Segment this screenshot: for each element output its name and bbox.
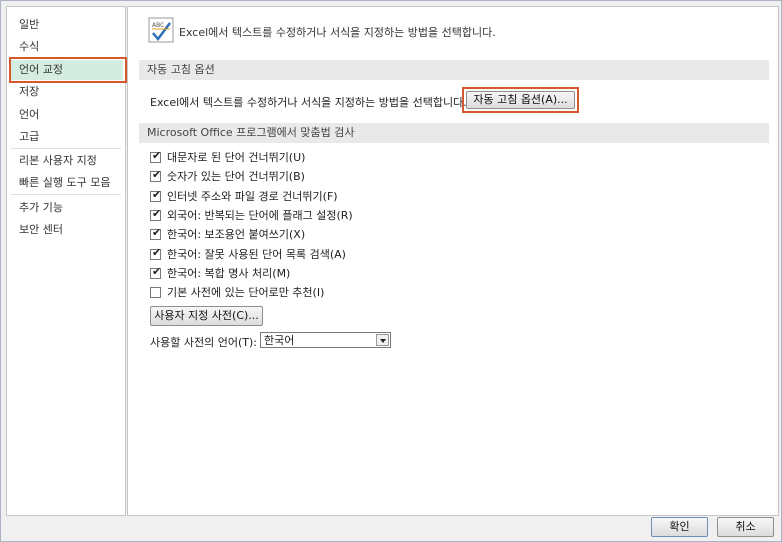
check-icon: ✔ — [152, 245, 162, 259]
checkbox-korean-misused[interactable]: ✔ 한국어: 잘못 사용된 단어 목록 검색(A) — [150, 246, 346, 264]
autocorrect-description: Excel에서 텍스트를 수정하거나 서식을 지정하는 방법을 선택합니다. — [150, 96, 467, 109]
cancel-button[interactable]: 취소 — [717, 517, 774, 537]
svg-text:ABC: ABC — [152, 22, 164, 29]
checkbox-box[interactable]: ✔ — [150, 148, 162, 163]
checkbox-box[interactable]: ✔ — [150, 245, 162, 260]
sidebar-item-quick-access-toolbar[interactable]: 빠른 실행 도구 모음 — [9, 173, 123, 193]
checkbox-label: 한국어: 복합 명사 처리(M) — [167, 267, 291, 280]
checkbox-box[interactable]: ✔ — [150, 187, 162, 202]
check-icon: ✔ — [152, 206, 162, 220]
checkbox-label: 기본 사전에 있는 단어로만 추천(I) — [167, 286, 325, 299]
checkbox-box[interactable]: ✔ — [150, 264, 162, 279]
checkbox-korean-auxiliary[interactable]: ✔ 한국어: 보조용언 붙여쓰기(X) — [150, 226, 305, 244]
checkbox-main-dict-only[interactable]: 기본 사전에 있는 단어로만 추천(I) — [150, 284, 324, 302]
dictionary-language-value: 한국어 — [264, 334, 295, 347]
autocorrect-options-button[interactable]: 자동 고침 옵션(A)... — [466, 91, 575, 109]
check-icon: ✔ — [152, 225, 162, 239]
sidebar-item-advanced[interactable]: 고급 — [9, 127, 123, 147]
check-icon: ✔ — [152, 148, 162, 162]
checkbox-flag-repeated[interactable]: ✔ 외국어: 반복되는 단어에 플래그 설정(R) — [150, 207, 353, 225]
sidebar-divider — [11, 194, 121, 195]
checkbox-box[interactable] — [150, 286, 161, 298]
checkbox-box[interactable]: ✔ — [150, 225, 162, 240]
checkbox-label: 대문자로 된 단어 건너뛰기(U) — [167, 151, 306, 164]
ok-button[interactable]: 확인 — [651, 517, 708, 537]
checkbox-label: 한국어: 보조용언 붙여쓰기(X) — [167, 228, 306, 241]
checkbox-label: 한국어: 잘못 사용된 단어 목록 검색(A) — [167, 248, 346, 261]
checkbox-label: 인터넷 주소와 파일 경로 건너뛰기(F) — [167, 190, 338, 203]
check-icon: ✔ — [152, 167, 162, 181]
check-icon: ✔ — [152, 264, 162, 278]
proofing-panel: ABC Excel에서 텍스트를 수정하거나 서식을 지정하는 방법을 선택합니… — [127, 6, 779, 516]
section-spelling: Microsoft Office 프로그램에서 맞춤법 검사 — [139, 123, 769, 143]
chevron-down-icon[interactable] — [376, 334, 389, 346]
checkbox-ignore-numbers[interactable]: ✔ 숫자가 있는 단어 건너뛰기(B) — [150, 168, 305, 186]
checkbox-box[interactable]: ✔ — [150, 206, 162, 221]
sidebar-item-formulas[interactable]: 수식 — [9, 37, 123, 57]
dictionary-language-select[interactable]: 한국어 — [260, 332, 391, 348]
custom-dictionaries-button[interactable]: 사용자 지정 사전(C)... — [150, 306, 263, 326]
sidebar-item-save[interactable]: 저장 — [9, 82, 123, 102]
abc-check-icon: ABC — [148, 17, 174, 43]
checkbox-box[interactable]: ✔ — [150, 167, 162, 182]
checkbox-ignore-uppercase[interactable]: ✔ 대문자로 된 단어 건너뛰기(U) — [150, 149, 305, 167]
checkbox-ignore-internet-file[interactable]: ✔ 인터넷 주소와 파일 경로 건너뛰기(F) — [150, 188, 338, 206]
checkbox-label: 외국어: 반복되는 단어에 플래그 설정(R) — [167, 209, 353, 222]
checkbox-label: 숫자가 있는 단어 건너뛰기(B) — [167, 170, 305, 183]
dictionary-language-label: 사용할 사전의 언어(T): — [150, 336, 257, 349]
checkbox-korean-compound[interactable]: ✔ 한국어: 복합 명사 처리(M) — [150, 265, 290, 283]
proofing-highlight-box — [9, 57, 127, 83]
section-autocorrect: 자동 고침 옵션 — [139, 60, 769, 80]
options-sidebar: 일반 수식 언어 교정 저장 언어 고급 리본 사용자 지정 빠른 실행 도구 … — [6, 6, 127, 516]
excel-options-dialog: 일반 수식 언어 교정 저장 언어 고급 리본 사용자 지정 빠른 실행 도구 … — [0, 0, 782, 542]
sidebar-item-general[interactable]: 일반 — [9, 15, 123, 35]
header-description: Excel에서 텍스트를 수정하거나 서식을 지정하는 방법을 선택합니다. — [179, 26, 496, 39]
sidebar-item-customize-ribbon[interactable]: 리본 사용자 지정 — [9, 151, 123, 171]
sidebar-item-add-ins[interactable]: 추가 기능 — [9, 198, 123, 218]
sidebar-item-trust-center[interactable]: 보안 센터 — [9, 220, 123, 240]
sidebar-item-language[interactable]: 언어 — [9, 105, 123, 125]
sidebar-divider — [11, 148, 121, 149]
check-icon: ✔ — [152, 187, 162, 201]
